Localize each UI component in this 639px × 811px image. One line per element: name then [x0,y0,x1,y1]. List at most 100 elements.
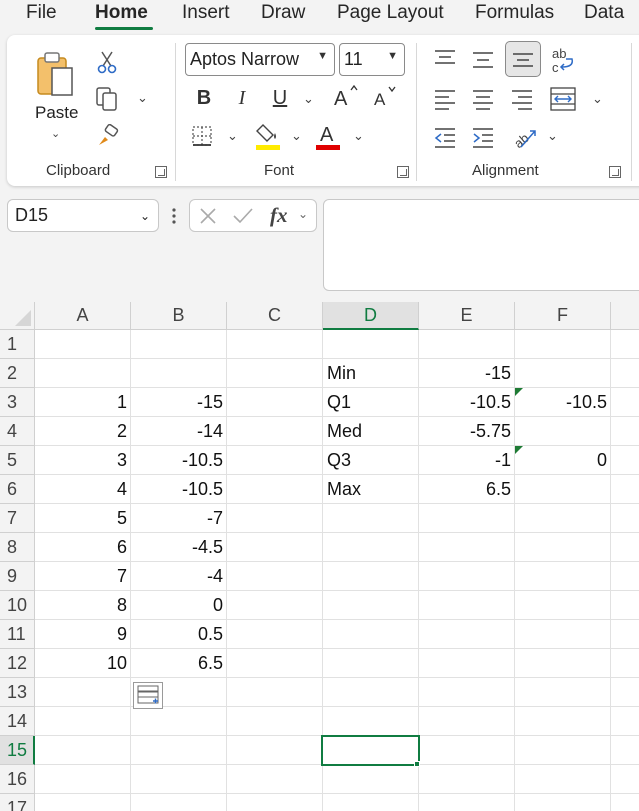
align-center-icon[interactable] [470,87,496,111]
borders-dropdown-icon[interactable]: ⌄ [227,128,238,144]
cell-a6[interactable]: 4 [35,475,127,504]
column-header-e[interactable]: E [419,302,515,330]
align-left-icon[interactable] [432,87,458,111]
enter-icon[interactable] [232,206,254,231]
cell-a3[interactable]: 1 [35,388,127,417]
paste-options-button[interactable] [133,682,163,709]
select-all-corner[interactable] [0,302,35,330]
row-header-2[interactable]: 2 [0,359,35,388]
middle-align-icon[interactable] [470,47,496,73]
tab-draw[interactable]: Draw [261,2,305,24]
tab-file[interactable]: File [26,2,57,24]
cell-a8[interactable]: 6 [35,533,127,562]
orientation-dropdown-icon[interactable]: ⌄ [547,128,558,144]
cell-a10[interactable]: 8 [35,591,127,620]
cell-b11[interactable]: 0.5 [131,620,223,649]
increase-font-size-icon[interactable]: A [332,83,360,111]
cell-e5[interactable]: -1 [419,446,511,475]
row-header-4[interactable]: 4 [0,417,35,446]
row-header-13[interactable]: 13 [0,678,35,707]
merge-dropdown-icon[interactable]: ⌄ [592,91,603,107]
format-painter-icon[interactable] [95,123,121,149]
more-options-icon[interactable] [171,205,177,227]
orientation-icon[interactable]: ab [511,123,539,151]
column-header-b[interactable]: B [131,302,227,330]
font-size-select[interactable]: 11 ▼ [339,43,405,76]
row-header-1[interactable]: 1 [0,330,35,359]
font-launcher-icon[interactable] [397,166,409,178]
paste-dropdown-icon[interactable]: ⌄ [51,127,60,140]
row-header-14[interactable]: 14 [0,707,35,736]
italic-button[interactable]: I [231,85,253,111]
borders-icon[interactable] [189,123,215,149]
cell-b10[interactable]: 0 [131,591,223,620]
fill-color-dropdown-icon[interactable]: ⌄ [291,128,302,144]
cell-b4[interactable]: -14 [131,417,223,446]
spreadsheet-grid[interactable]: A B C D E F 1 2 3 4 5 6 7 8 9 10 11 12 1… [0,302,639,811]
cell-a9[interactable]: 7 [35,562,127,591]
row-header-12[interactable]: 12 [0,649,35,678]
top-align-icon[interactable] [432,47,458,71]
cell-a5[interactable]: 3 [35,446,127,475]
row-header-11[interactable]: 11 [0,620,35,649]
row-header-17[interactable]: 17 [0,794,35,811]
decrease-indent-icon[interactable] [432,125,458,149]
decrease-font-size-icon[interactable]: A [371,83,399,111]
cell-d2[interactable]: Min [327,359,417,388]
underline-dropdown-icon[interactable]: ⌄ [303,91,314,107]
row-header-16[interactable]: 16 [0,765,35,794]
cell-d3[interactable]: Q1 [327,388,417,417]
tab-data[interactable]: Data [584,2,624,24]
wrap-text-icon[interactable]: ab c [550,45,578,75]
column-header-f[interactable]: F [515,302,611,330]
tab-formulas[interactable]: Formulas [475,2,554,24]
column-header-a[interactable]: A [35,302,131,330]
cell-b5[interactable]: -10.5 [131,446,223,475]
underline-button[interactable]: U [269,85,291,111]
cell-a4[interactable]: 2 [35,417,127,446]
cell-e2[interactable]: -15 [419,359,511,388]
cell-b12[interactable]: 6.5 [131,649,223,678]
copy-icon[interactable] [93,85,121,113]
column-header-g[interactable] [611,302,639,330]
font-color-dropdown-icon[interactable]: ⌄ [353,128,364,144]
cell-e3[interactable]: -10.5 [419,388,511,417]
cell-d5[interactable]: Q3 [327,446,417,475]
align-right-icon[interactable] [509,87,535,111]
cell-b8[interactable]: -4.5 [131,533,223,562]
cell-d4[interactable]: Med [327,417,417,446]
active-cell-d15[interactable] [321,735,420,766]
fill-handle[interactable] [414,761,420,767]
row-header-6[interactable]: 6 [0,475,35,504]
chevron-down-icon[interactable]: ⌄ [140,209,150,223]
cell-d6[interactable]: Max [327,475,417,504]
merge-center-icon[interactable] [548,85,578,113]
cell-e6[interactable]: 6.5 [419,475,511,504]
row-header-10[interactable]: 10 [0,591,35,620]
row-header-3[interactable]: 3 [0,388,35,417]
column-header-d[interactable]: D [323,302,419,330]
insert-function-icon[interactable]: fx [270,203,288,228]
row-header-9[interactable]: 9 [0,562,35,591]
cut-icon[interactable] [95,49,119,75]
cell-a11[interactable]: 9 [35,620,127,649]
font-name-select[interactable]: Aptos Narrow ▼ [185,43,335,76]
copy-dropdown-icon[interactable]: ⌄ [137,90,148,106]
name-box[interactable]: D15 ⌄ [7,199,159,232]
cell-a7[interactable]: 5 [35,504,127,533]
cell-b9[interactable]: -4 [131,562,223,591]
fill-color-icon[interactable] [255,121,283,151]
cell-b3[interactable]: -15 [131,388,223,417]
chevron-down-icon[interactable]: ⌄ [298,207,308,221]
row-header-15[interactable]: 15 [0,736,35,765]
font-color-icon[interactable]: A [315,121,343,151]
cell-e4[interactable]: -5.75 [419,417,511,446]
bottom-align-button[interactable] [505,41,541,77]
paste-icon[interactable] [31,45,81,100]
cell-f3[interactable]: -10.5 [515,388,607,417]
bold-button[interactable]: B [193,85,215,111]
clipboard-launcher-icon[interactable] [155,166,167,178]
increase-indent-icon[interactable] [470,125,496,149]
cell-b6[interactable]: -10.5 [131,475,223,504]
row-header-5[interactable]: 5 [0,446,35,475]
